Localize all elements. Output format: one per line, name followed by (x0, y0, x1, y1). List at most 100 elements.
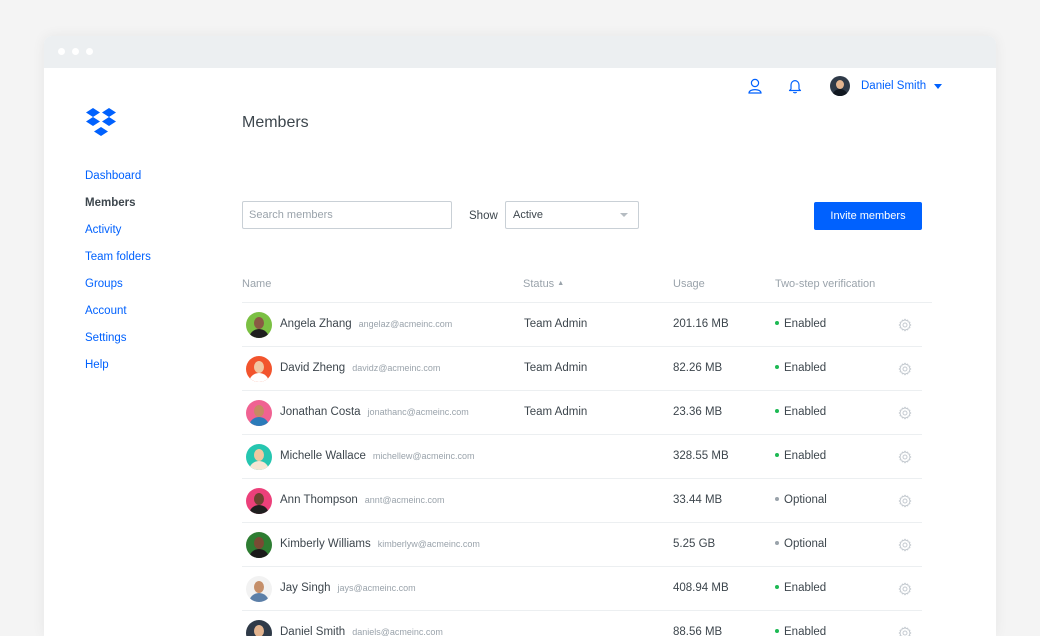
sidebar-item-members[interactable]: Members (85, 196, 151, 223)
member-email: annt@acmeinc.com (364, 495, 445, 505)
verification-cell: Optional (775, 479, 827, 522)
table-row[interactable]: Ann Thompson annt@acmeinc.com 33.44 MB Opti… (242, 479, 922, 523)
column-header-status-label: Status (523, 278, 555, 290)
bell-icon[interactable] (788, 78, 802, 99)
verification-status-dot (775, 409, 779, 413)
sidebar-item-team-folders[interactable]: Team folders (85, 250, 151, 277)
table-row[interactable]: Jonathan Costa jonathanc@acmeinc.com Team … (242, 391, 922, 435)
avatar (246, 488, 272, 514)
sidebar-item-dashboard[interactable]: Dashboard (85, 169, 151, 196)
verification-cell: Enabled (775, 391, 826, 434)
sidebar-item-groups[interactable]: Groups (85, 277, 151, 304)
gear-icon[interactable] (898, 582, 912, 596)
verification-status-dot (775, 321, 779, 325)
column-header-status[interactable]: Status ▲ (523, 278, 564, 290)
avatar (246, 356, 272, 382)
sort-up-icon: ▲ (557, 280, 565, 287)
show-filter-select[interactable]: Active (505, 201, 639, 229)
window-titlebar (44, 36, 996, 68)
avatar (246, 400, 272, 426)
verification-status-dot (775, 541, 779, 545)
table-row[interactable]: Angela Zhang angelaz@acmeinc.com Team Admi… (242, 303, 922, 347)
user-icon[interactable] (748, 78, 762, 99)
sidebar-nav: Dashboard Members Activity Team folders Grou… (85, 169, 151, 385)
member-name-cell: Daniel Smith daniels@acmeinc.com (280, 611, 443, 636)
member-email: kimberlyw@acmeinc.com (377, 539, 480, 549)
verification-status: Optional (784, 494, 827, 506)
members-table: Name Status ▲ Usage Two-step verification… (242, 268, 932, 636)
member-usage: 23.36 MB (673, 406, 723, 418)
avatar (246, 620, 272, 636)
verification-cell: Enabled (775, 435, 826, 478)
avatar (246, 312, 272, 338)
verification-cell: Enabled (775, 303, 826, 346)
member-name[interactable]: David Zheng (280, 362, 345, 374)
member-name[interactable]: Michelle Wallace (280, 450, 366, 462)
gear-icon[interactable] (898, 450, 912, 464)
member-usage: 408.94 MB (673, 582, 729, 594)
app-window: Daniel Smith Dashboard Members Activity Tea… (44, 36, 996, 636)
member-email: michellew@acmeinc.com (372, 451, 475, 461)
member-name-cell: Ann Thompson annt@acmeinc.com (280, 479, 444, 522)
gear-icon[interactable] (898, 318, 912, 332)
member-email: davidz@acmeinc.com (352, 363, 441, 373)
member-name[interactable]: Ann Thompson (280, 494, 358, 506)
app-content: Daniel Smith Dashboard Members Activity Tea… (44, 68, 996, 636)
member-name[interactable]: Angela Zhang (280, 318, 352, 330)
member-name-cell: David Zheng davidz@acmeinc.com (280, 347, 440, 390)
sidebar-item-help[interactable]: Help (85, 358, 151, 385)
gear-icon[interactable] (898, 494, 912, 508)
member-status: Team Admin (524, 406, 588, 418)
member-usage: 82.26 MB (673, 362, 723, 374)
show-filter-value: Active (513, 209, 543, 221)
verification-status-dot (775, 365, 779, 369)
table-row[interactable]: Daniel Smith daniels@acmeinc.com 88.56 MB E… (242, 611, 922, 636)
verification-status: Enabled (784, 626, 827, 636)
gear-icon[interactable] (898, 406, 912, 420)
verification-status: Enabled (784, 406, 827, 418)
member-usage: 33.44 MB (673, 494, 723, 506)
chevron-down-icon (620, 213, 628, 217)
member-name[interactable]: Kimberly Williams (280, 538, 371, 550)
dropbox-logo[interactable] (85, 106, 117, 143)
show-label: Show (469, 210, 498, 222)
verification-status-dot (775, 585, 779, 589)
column-header-usage[interactable]: Usage (673, 278, 705, 290)
table-row[interactable]: Michelle Wallace michellew@acmeinc.com 328… (242, 435, 922, 479)
page-title: Members (242, 114, 309, 131)
verification-status-dot (775, 453, 779, 457)
table-row[interactable]: David Zheng davidz@acmeinc.com Team Admin 8… (242, 347, 922, 391)
sidebar-item-account[interactable]: Account (85, 304, 151, 331)
member-usage: 201.16 MB (673, 318, 729, 330)
table-header: Name Status ▲ Usage Two-step verification (242, 268, 932, 303)
member-email: jays@acmeinc.com (337, 583, 416, 593)
member-usage: 88.56 MB (673, 626, 723, 636)
verification-status: Optional (784, 538, 827, 550)
invite-members-button[interactable]: Invite members (814, 202, 922, 230)
verification-status: Enabled (784, 450, 827, 462)
verification-status-dot (775, 629, 779, 633)
verification-status: Enabled (784, 362, 827, 374)
column-header-verification[interactable]: Two-step verification (775, 278, 875, 290)
member-name[interactable]: Jay Singh (280, 582, 331, 594)
sidebar-item-settings[interactable]: Settings (85, 331, 151, 358)
table-row[interactable]: Kimberly Williams kimberlyw@acmeinc.com 5.… (242, 523, 922, 567)
user-avatar (830, 76, 850, 96)
search-input[interactable] (242, 201, 452, 229)
member-name-cell: Michelle Wallace michellew@acmeinc.com (280, 435, 475, 478)
table-row[interactable]: Jay Singh jays@acmeinc.com 408.94 MB Enable… (242, 567, 922, 611)
gear-icon[interactable] (898, 626, 912, 636)
window-maximize-button[interactable] (86, 48, 93, 55)
member-name[interactable]: Jonathan Costa (280, 406, 361, 418)
member-name-cell: Kimberly Williams kimberlyw@acmeinc.com (280, 523, 480, 566)
gear-icon[interactable] (898, 362, 912, 376)
verification-status-dot (775, 497, 779, 501)
sidebar-item-activity[interactable]: Activity (85, 223, 151, 250)
member-name[interactable]: Daniel Smith (280, 626, 345, 636)
member-name-cell: Angela Zhang angelaz@acmeinc.com (280, 303, 452, 346)
window-close-button[interactable] (58, 48, 65, 55)
gear-icon[interactable] (898, 538, 912, 552)
column-header-name[interactable]: Name (242, 278, 271, 290)
window-minimize-button[interactable] (72, 48, 79, 55)
user-menu[interactable]: Daniel Smith (830, 76, 943, 96)
